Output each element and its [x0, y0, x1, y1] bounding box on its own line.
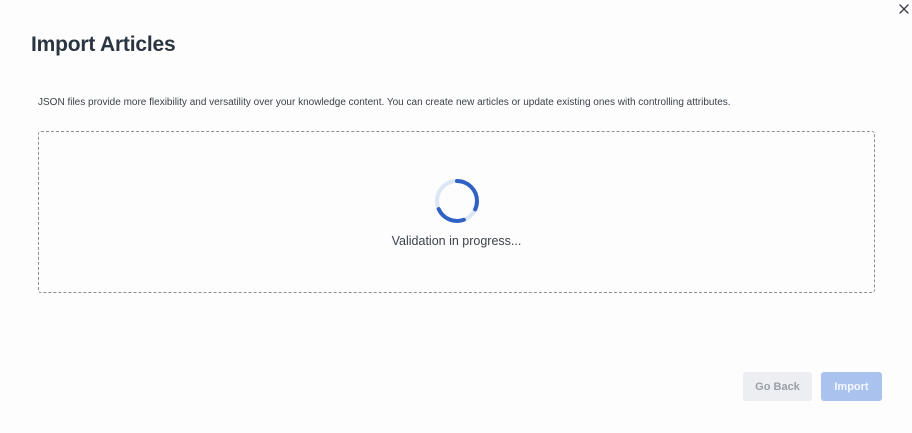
validation-status: Validation in progress... — [391, 234, 522, 248]
close-button[interactable] — [897, 2, 911, 16]
close-icon — [899, 4, 909, 14]
import-button[interactable]: Import — [821, 372, 882, 401]
go-back-button[interactable]: Go Back — [743, 372, 812, 401]
file-dropzone[interactable]: Validation in progress... — [38, 131, 875, 293]
dialog-description: JSON files provide more flexibility and … — [38, 97, 731, 108]
dialog-title: Import Articles — [31, 33, 176, 56]
loading-spinner-icon — [435, 179, 479, 223]
import-articles-dialog: Import Articles JSON files provide more … — [0, 0, 912, 433]
